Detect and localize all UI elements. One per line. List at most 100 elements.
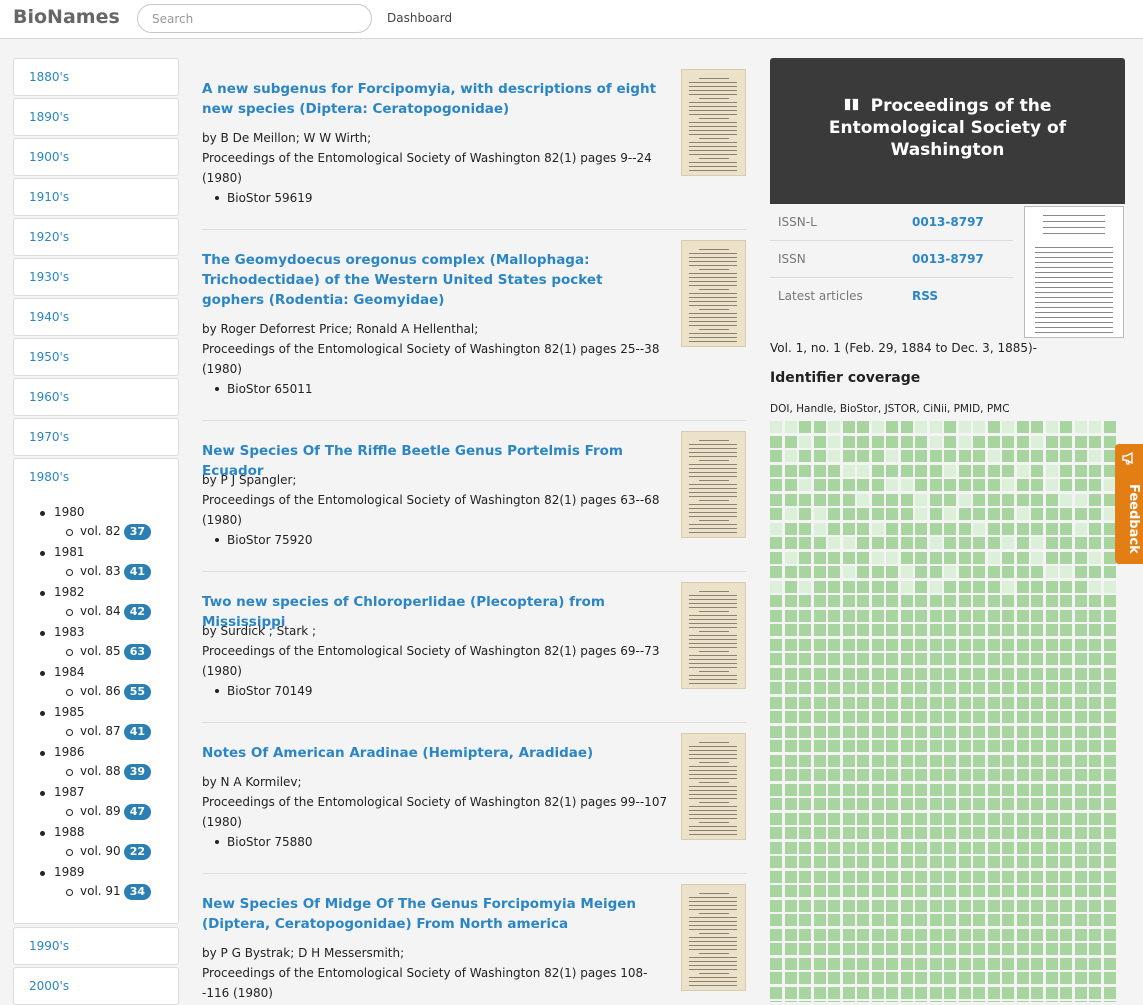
coverage-cell (828, 609, 840, 622)
article-thumbnail[interactable] (681, 431, 746, 538)
volume-label[interactable]: vol. 83 (80, 564, 121, 578)
article-thumbnail[interactable] (681, 582, 746, 689)
coverage-cell (1045, 638, 1058, 651)
year-1985[interactable]: 1985 (40, 705, 85, 719)
feedback-tab[interactable]: Feedback (1115, 444, 1143, 564)
coverage-cell (1060, 551, 1072, 564)
biostor-link[interactable]: BioStor 75920 (215, 530, 313, 550)
year-1980[interactable]: 1980 (40, 505, 85, 519)
year-1981[interactable]: 1981 (40, 545, 85, 559)
article-year: (1980) (202, 815, 242, 829)
feedback-label[interactable]: Feedback (1117, 484, 1141, 554)
year-1986[interactable]: 1986 (40, 745, 85, 759)
article-thumbnail[interactable] (681, 240, 746, 347)
volume-label[interactable]: vol. 90 (80, 844, 121, 858)
coverage-cell (973, 812, 985, 825)
article-thumbnail[interactable] (681, 884, 746, 991)
decade-1880s[interactable]: 1880's (13, 58, 179, 96)
decade-1930s[interactable]: 1930's (13, 258, 179, 296)
coverage-cell (900, 827, 913, 839)
biostor-link[interactable]: BioStor 75880 (215, 832, 313, 852)
decade-1950s[interactable]: 1950's (13, 338, 179, 376)
volume-label[interactable]: vol. 84 (80, 604, 121, 618)
biostor-link[interactable]: BioStor 70149 (215, 681, 313, 701)
volume-link[interactable]: vol. 91 34 (66, 884, 151, 900)
decade-1980s-label[interactable]: 1980's (29, 470, 69, 484)
volume-link[interactable]: vol. 88 39 (66, 764, 151, 780)
coverage-cell (770, 696, 782, 709)
year-1987[interactable]: 1987 (40, 785, 85, 799)
coverage-cell (1074, 624, 1087, 636)
year-1982[interactable]: 1982 (40, 585, 85, 599)
decade-1940s[interactable]: 1940's (13, 298, 179, 336)
volume-label[interactable]: vol. 86 (80, 684, 121, 698)
dashboard-link[interactable]: Dashboard (387, 11, 452, 25)
volume-label[interactable]: vol. 82 (80, 524, 121, 538)
coverage-cell (1031, 682, 1043, 694)
divider (202, 571, 747, 572)
issn-l-link[interactable]: 0013-8797 (912, 215, 984, 229)
count-badge: 22 (123, 844, 151, 860)
year-1984[interactable]: 1984 (40, 665, 85, 679)
coverage-cell (1089, 493, 1101, 506)
decade-2000s[interactable]: 2000's (13, 967, 179, 1005)
volume-label[interactable]: vol. 89 (80, 804, 121, 818)
article-title[interactable]: A new subgenus for Forcipomyia, with des… (202, 79, 667, 119)
volume-link[interactable]: vol. 82 37 (66, 524, 151, 540)
decade-1890s[interactable]: 1890's (13, 98, 179, 136)
coverage-cell (915, 841, 927, 854)
decade-1910s[interactable]: 1910's (13, 178, 179, 216)
coverage-cell (929, 580, 942, 593)
decade-1970s[interactable]: 1970's (13, 418, 179, 456)
decade-1990s[interactable]: 1990's (13, 927, 179, 965)
biostor-link[interactable]: BioStor 65011 (215, 379, 313, 399)
coverage-cell (1089, 754, 1101, 767)
article-title[interactable]: The Geomydoecus oregonus complex (Mallop… (202, 250, 667, 310)
coverage-cell (1060, 943, 1072, 955)
coverage-cell (1002, 479, 1014, 491)
coverage-cell (944, 551, 956, 564)
coverage-cell (842, 522, 855, 535)
volume-link[interactable]: vol. 90 22 (66, 844, 151, 860)
coverage-cell (857, 899, 869, 912)
coverage-cell (1031, 508, 1043, 520)
coverage-cell (842, 740, 855, 752)
coverage-cell (799, 899, 811, 912)
volume-link[interactable]: vol. 89 47 (66, 804, 151, 820)
volume-link[interactable]: vol. 86 55 (66, 684, 151, 700)
volume-link[interactable]: vol. 83 41 (66, 564, 151, 580)
coverage-cell (828, 667, 840, 680)
biostor-link[interactable]: BioStor 59619 (215, 188, 313, 208)
year-1988[interactable]: 1988 (40, 825, 85, 839)
coverage-cell (842, 841, 855, 854)
coverage-cell (813, 450, 826, 462)
volume-label[interactable]: vol. 85 (80, 644, 121, 658)
volume-label[interactable]: vol. 87 (80, 724, 121, 738)
coverage-cell (784, 479, 797, 491)
search-input[interactable] (137, 4, 372, 33)
article-title[interactable]: New Species Of Midge Of The Genus Forcip… (202, 894, 667, 934)
volume-link[interactable]: vol. 84 42 (66, 604, 151, 620)
decade-1960s[interactable]: 1960's (13, 378, 179, 416)
article-thumbnail[interactable] (681, 733, 746, 840)
decade-1920s[interactable]: 1920's (13, 218, 179, 256)
volume-label[interactable]: vol. 91 (80, 884, 121, 898)
coverage-cell (958, 928, 971, 941)
brand-logo[interactable]: BioNames (13, 6, 120, 28)
volume-label[interactable]: vol. 88 (80, 764, 121, 778)
year-1983[interactable]: 1983 (40, 625, 85, 639)
rss-link[interactable]: RSS (912, 289, 938, 303)
coverage-cell (929, 667, 942, 680)
coverage-cell (1060, 798, 1072, 810)
coverage-cell (799, 551, 811, 564)
article-thumbnail[interactable] (681, 69, 746, 176)
article-authors: by Roger Deforrest Price; Ronald A Helle… (202, 322, 479, 336)
issn-link[interactable]: 0013-8797 (912, 252, 984, 266)
divider (202, 229, 747, 230)
volume-link[interactable]: vol. 87 41 (66, 724, 151, 740)
coverage-cell (813, 682, 826, 694)
article-title[interactable]: Notes Of American Aradinae (Hemiptera, A… (202, 743, 667, 763)
volume-link[interactable]: vol. 85 63 (66, 644, 151, 660)
decade-1900s[interactable]: 1900's (13, 138, 179, 176)
year-1989[interactable]: 1989 (40, 865, 85, 879)
